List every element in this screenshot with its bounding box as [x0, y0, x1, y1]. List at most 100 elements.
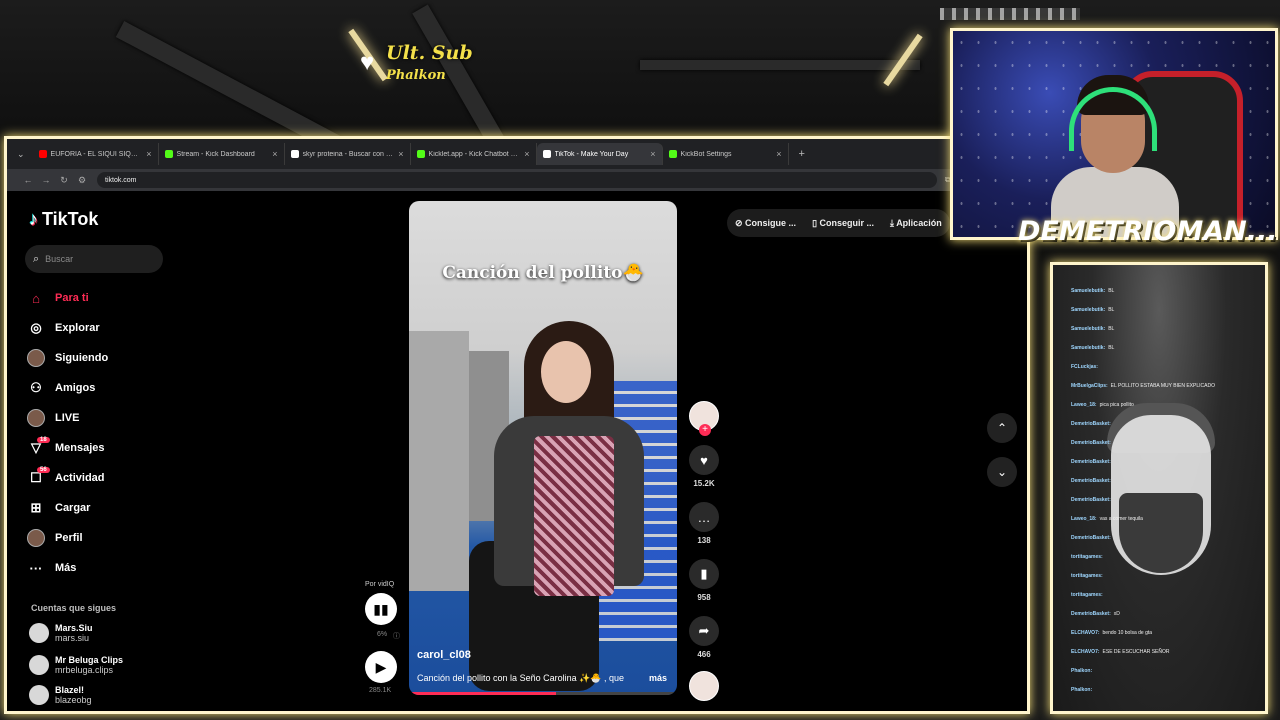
browser-tab[interactable]: skyr proteina - Buscar con Goo × [285, 143, 411, 165]
sidebar-item-label: Perfil [55, 532, 83, 544]
chat-username: Phalkon: [1071, 667, 1093, 674]
sidebar-item[interactable]: LIVE [27, 403, 187, 433]
webcam-frame [950, 28, 1278, 240]
sound-avatar-icon[interactable] [689, 671, 719, 701]
heart-icon: ♥ [360, 49, 375, 76]
chat-username: tortitagames: [1071, 572, 1103, 579]
chat-text: BL [1108, 306, 1115, 313]
sidebar-item[interactable]: ◎ Explorar [27, 313, 187, 343]
get-app-button[interactable]: ▯ Conseguir ... [812, 218, 874, 229]
account-name: Blazel! [55, 685, 85, 695]
get-coins-button[interactable]: ⊘ Consigue ... [735, 218, 796, 229]
chat-username: DemetrioBasket: [1071, 534, 1111, 541]
tiktok-logo[interactable]: ♪ TikTok [29, 209, 98, 230]
browser-tab[interactable]: Kicklet.app - Kick Chatbot and × [411, 143, 537, 165]
next-video-button[interactable]: ⌄ [987, 457, 1017, 487]
video-progress-fill [409, 692, 557, 695]
following-account[interactable]: Blazel! blazeobg [29, 685, 92, 705]
chat-username: ELCHAVO7: [1071, 629, 1100, 636]
tab-close-icon[interactable]: × [146, 149, 151, 159]
sidebar-item[interactable]: Siguiendo [27, 343, 187, 373]
tab-favicon-icon [38, 150, 47, 158]
site-info-icon[interactable]: ⚙ [73, 175, 91, 186]
chat-message: Laweo_18: vas a comer tequila [1071, 509, 1261, 528]
tab-close-icon[interactable]: × [524, 149, 529, 159]
tab-title: EUFORIA - EL SIQUI SIQUI VID [50, 150, 143, 158]
friends-icon: ⚇ [30, 380, 42, 395]
share-count: 466 [697, 650, 711, 659]
sidebar-item[interactable]: ⚇ Amigos [27, 373, 187, 403]
desktop-app-button[interactable]: ⤓ Aplicación [890, 218, 942, 229]
tab-close-icon[interactable]: × [398, 149, 403, 159]
save-count: 958 [697, 593, 711, 602]
account-handle: mrbeluga.clips [55, 665, 114, 675]
back-icon[interactable]: ← [19, 175, 37, 185]
browser-tab[interactable]: TikTok - Make Your Day × [536, 143, 663, 165]
creator-avatar[interactable]: + [689, 401, 719, 436]
tab-title: skyr proteina - Buscar con Goo [302, 150, 395, 158]
vidiq-stats-button[interactable]: ▮▮ [365, 593, 397, 625]
video-more-link[interactable]: más [649, 673, 667, 684]
chat-text: xD [1113, 610, 1120, 617]
tab-close-icon[interactable]: × [272, 149, 277, 159]
chat-username: MrBuelgaClips: [1071, 382, 1108, 389]
sidebar-item[interactable]: ⊞ Cargar [27, 493, 187, 523]
url-field[interactable]: tiktok.com [97, 172, 937, 188]
sidebar-item-label: Siguiendo [55, 352, 109, 364]
following-account[interactable]: Mars.Siu mars.siu [29, 623, 93, 643]
search-input[interactable]: ⌕ Buscar [25, 245, 163, 273]
top-actions-bar: ⊘ Consigue ... ▯ Conseguir ... ⤓ Aplicac… [727, 209, 950, 237]
chat-message: DemetrioBasket: [1071, 414, 1261, 433]
tab-bar: ⌄ EUFORIA - EL SIQUI SIQUI VID × Stream - … [7, 139, 1027, 169]
browser-tab[interactable]: Stream - Kick Dashboard × [159, 143, 285, 165]
info-icon[interactable]: ⓘ [393, 631, 400, 641]
browser-tab[interactable]: EUFORIA - EL SIQUI SIQUI VID × [33, 143, 159, 165]
like-count: 15.2K [693, 479, 715, 488]
sidebar-nav: ⌂ Para ti ◎ Explorar Siguiendo ⚇ Amigos LIVE ▽ 18… [27, 283, 187, 583]
vidiq-label: Por vidIQ [365, 581, 395, 588]
comment-icon[interactable]: … [689, 502, 719, 532]
video-username[interactable]: carol_cl08 [417, 649, 471, 661]
chat-message: ELCHAVO7: ESE DE ESCUCHAR SEÑOR [1071, 642, 1261, 661]
tab-close-icon[interactable]: × [776, 149, 781, 159]
tab-title: Kicklet.app - Kick Chatbot and [428, 150, 521, 158]
video-progress-bar[interactable] [409, 692, 677, 695]
streamer-name: DEMETRIOMAN... [1018, 216, 1278, 247]
like-icon[interactable]: ♥ [689, 445, 719, 475]
video-background-wall [409, 331, 469, 591]
sidebar-item[interactable]: ··· Más [27, 553, 187, 583]
sidebar-item[interactable]: ▽ 18 Mensajes [27, 433, 187, 463]
account-name: Mars.Siu [55, 623, 93, 633]
tab-close-icon[interactable]: × [650, 149, 655, 159]
reload-icon[interactable]: ↻ [55, 175, 73, 186]
play-button[interactable]: ▶ [365, 651, 397, 683]
forward-icon[interactable]: → [37, 175, 55, 185]
sidebar-item[interactable]: ⌂ Para ti [27, 283, 187, 313]
video-player[interactable]: Canción del pollito🐣 carol_cl08 Canción … [409, 201, 677, 695]
chat-message: MrBuelgaClips: EL POLLITO ESTABA MUY BIEN… [1071, 376, 1261, 395]
sidebar-item[interactable]: ☐ 56 Actividad [27, 463, 187, 493]
share-icon[interactable]: ➦ [689, 616, 719, 646]
browser-tab[interactable]: KickBot Settings × [663, 143, 789, 165]
following-account[interactable]: Mr Beluga Clips mrbeluga.clips [29, 655, 123, 675]
tab-title: KickBot Settings [680, 150, 732, 158]
chat-text: BL [1108, 325, 1115, 332]
tab-title: TikTok - Make Your Day [554, 150, 629, 158]
chat-message: DemetrioBasket: [1071, 452, 1261, 471]
previous-video-button[interactable]: ⌃ [987, 413, 1017, 443]
chat-username: Samuelebutik: [1071, 344, 1106, 351]
chat-text: bendo 10 bolsa de gta [1102, 629, 1153, 636]
tab-search-icon[interactable]: ⌄ [17, 149, 25, 160]
chat-username: tortitagames: [1071, 591, 1103, 598]
sidebar-item[interactable]: Perfil [27, 523, 187, 553]
live-icon [27, 409, 45, 427]
new-tab-button[interactable]: + [799, 148, 805, 160]
tab-favicon-icon [416, 150, 425, 158]
follow-plus-icon[interactable]: + [699, 424, 711, 436]
bookmark-icon[interactable]: ▮ [689, 559, 719, 589]
video-overlay-title: Canción del pollito🐣 [442, 263, 644, 283]
chat-message: ELCHAVO7: bendo 10 bolsa de gta [1071, 623, 1261, 642]
chat-message: Samuelebutik: BL [1071, 300, 1261, 319]
chat-username: Laweo_18: [1071, 401, 1097, 408]
profile-icon [27, 529, 45, 547]
